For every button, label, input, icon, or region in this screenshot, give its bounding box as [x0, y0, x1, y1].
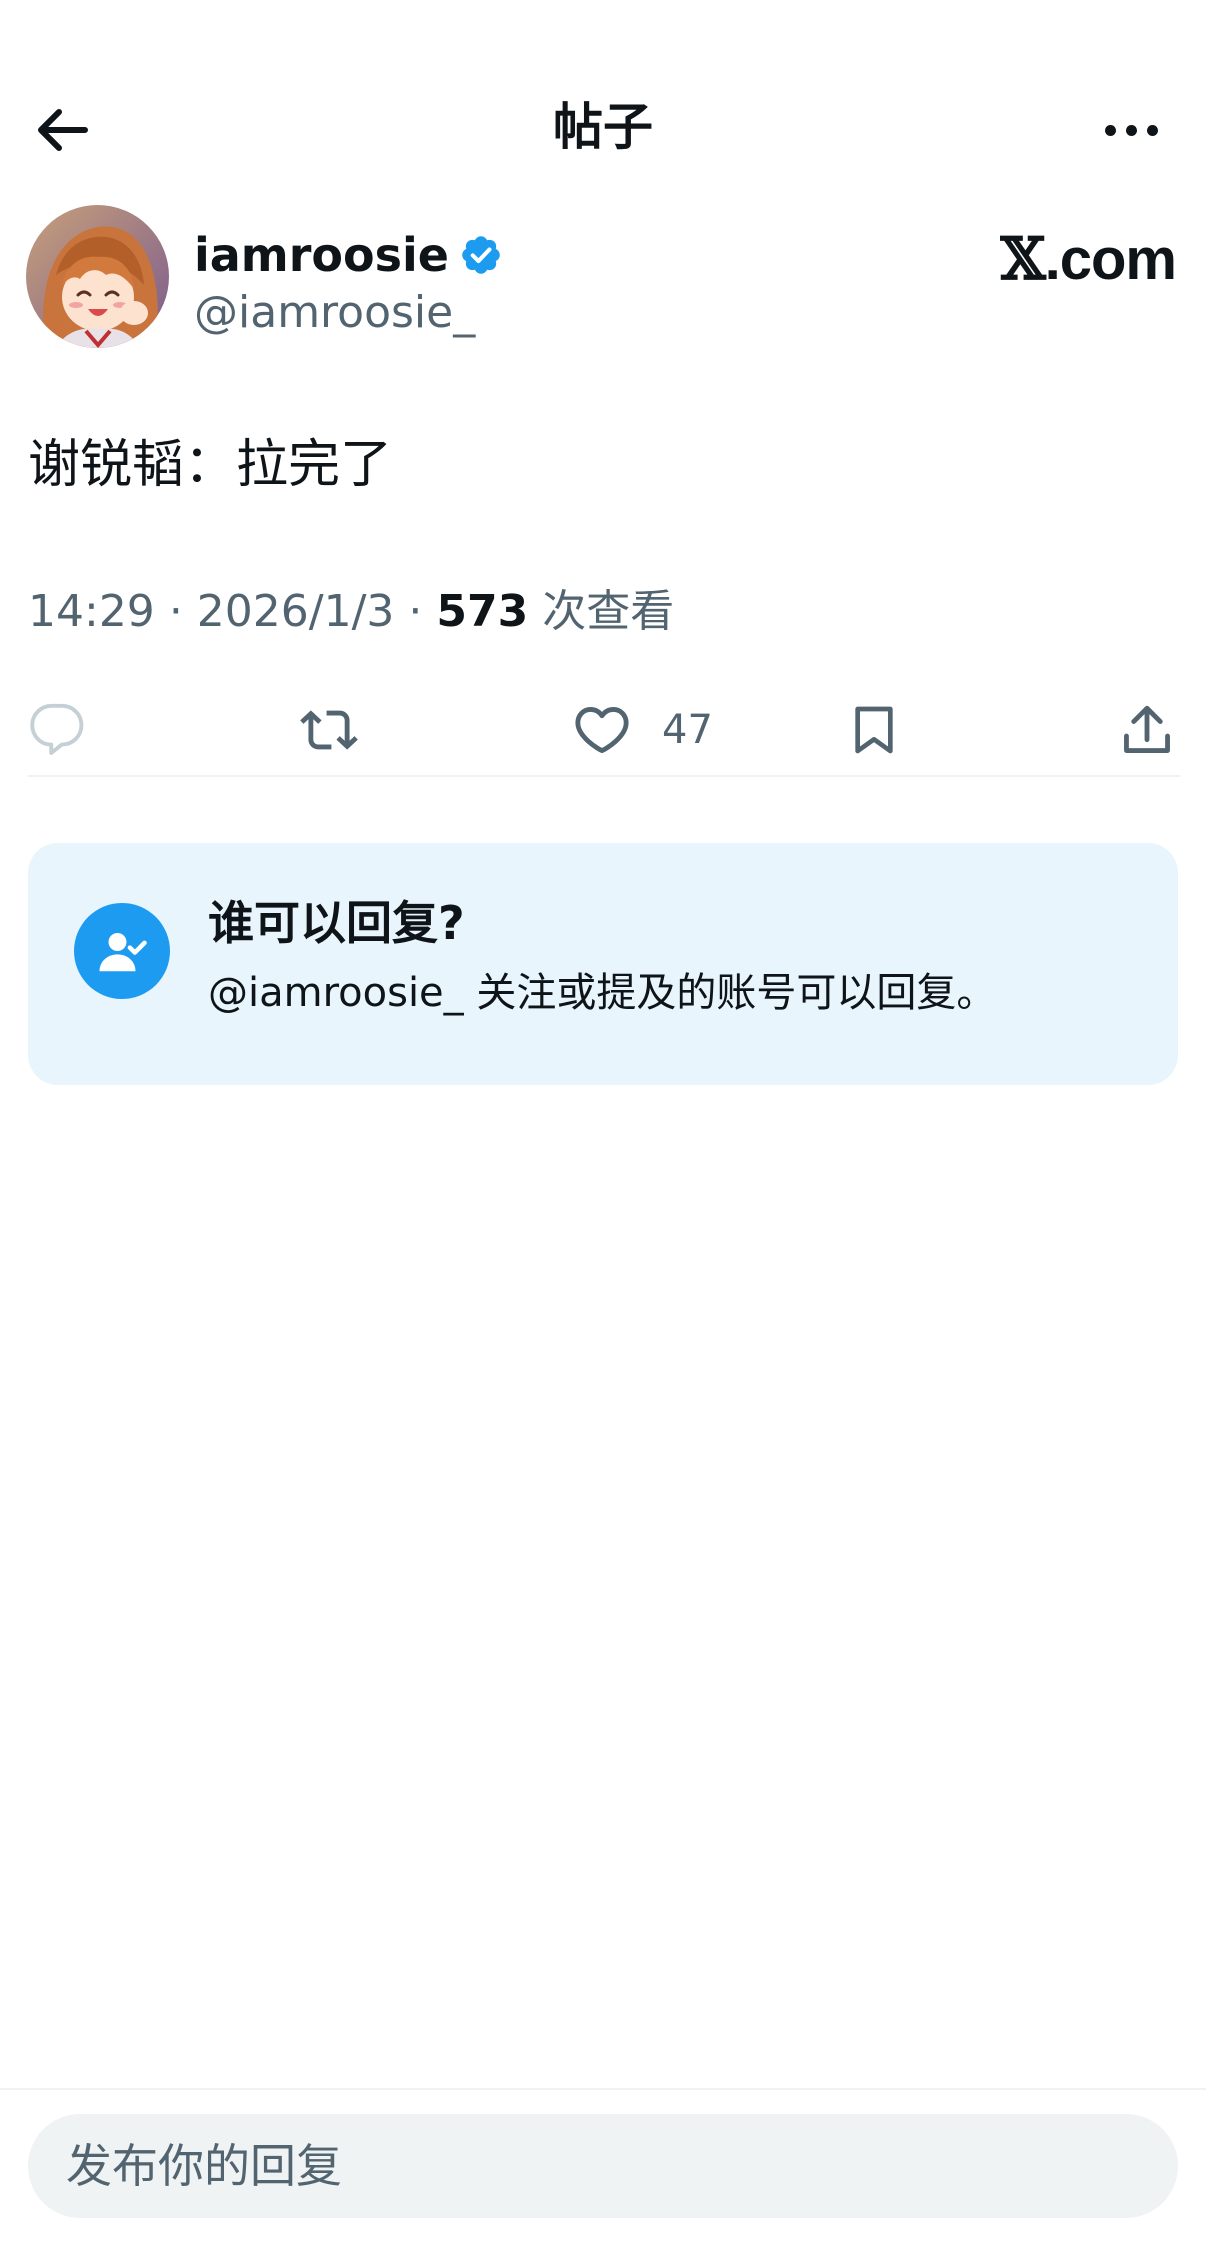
repost-button[interactable] — [296, 690, 362, 770]
user-check-icon — [74, 903, 170, 999]
verified-badge-icon — [462, 236, 500, 274]
compose-divider — [0, 2088, 1206, 2090]
views-count: 573 — [436, 586, 529, 637]
more-options-button[interactable] — [1096, 100, 1166, 160]
action-bar: 47 — [0, 680, 1206, 780]
x-brand-watermark: 𝕏.com — [1000, 225, 1177, 293]
post-date[interactable]: 2026/1/3 — [197, 586, 395, 637]
like-count: 47 — [662, 707, 713, 753]
post-text: 谢锐韬：拉完了 — [28, 435, 393, 495]
post-time[interactable]: 14:29 — [28, 586, 155, 637]
page-title: 帖子 — [553, 98, 653, 156]
user-check-glyph — [99, 933, 147, 972]
post-author: iamroosie @iamroosie_ 𝕏.com — [26, 205, 1177, 355]
reply-input[interactable] — [28, 2114, 1178, 2218]
x-brand-domain: .com — [1044, 227, 1177, 292]
share-icon — [1124, 705, 1170, 753]
like-icon — [575, 707, 629, 753]
more-dot — [1146, 124, 1158, 136]
reply-icon — [30, 703, 84, 755]
meta-separator: · — [408, 586, 437, 637]
display-name[interactable]: iamroosie — [194, 228, 449, 282]
display-name-row: iamroosie — [194, 225, 503, 285]
reply-button[interactable] — [28, 690, 86, 770]
bookmark-icon — [855, 706, 893, 754]
meta-separator: · — [168, 586, 197, 637]
repost-icon — [300, 710, 358, 750]
more-dot — [1125, 124, 1137, 136]
reply-restriction-title: 谁可以回复? — [208, 896, 465, 950]
views-label: 次查看 — [542, 586, 675, 637]
avatar-image — [26, 205, 169, 348]
bookmark-button[interactable] — [846, 690, 902, 770]
post-meta: 14:29 · 2026/1/3 · 573 次查看 — [28, 582, 674, 642]
reply-restriction-card: 谁可以回复? @iamroosie_ 关注或提及的账号可以回复。 — [28, 843, 1178, 1085]
action-divider — [28, 775, 1180, 777]
reply-restriction-description: @iamroosie_ 关注或提及的账号可以回复。 — [208, 970, 997, 1016]
like-button[interactable]: 47 — [572, 690, 713, 770]
user-handle[interactable]: @iamroosie_ — [194, 287, 475, 338]
top-bar: 帖子 — [0, 60, 1206, 190]
x-logo-letter: 𝕏 — [1000, 225, 1046, 293]
share-button[interactable] — [1118, 690, 1176, 770]
avatar[interactable] — [26, 205, 169, 348]
more-horizontal-icon — [1104, 124, 1116, 136]
